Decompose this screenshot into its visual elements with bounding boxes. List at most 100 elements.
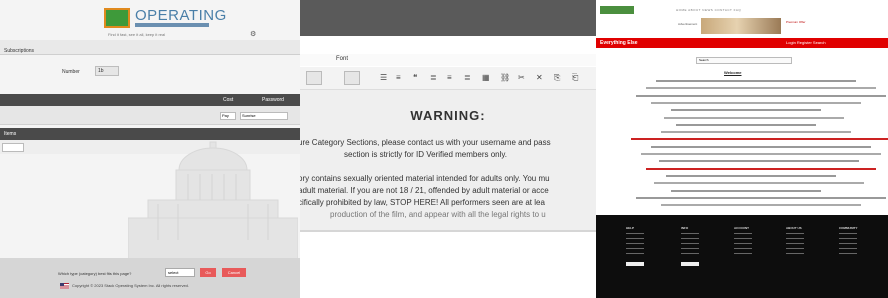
footer-link[interactable] (786, 253, 804, 254)
text-line (676, 123, 816, 126)
text-line (636, 196, 886, 199)
logo-icon (104, 8, 130, 28)
text-line (661, 204, 861, 207)
footer-link[interactable] (786, 238, 804, 239)
logo-text: OPERATING (135, 7, 227, 24)
ad-side-text[interactable]: Premium Offer (786, 20, 805, 24)
header-password: Password (262, 97, 284, 103)
text-line (651, 145, 871, 148)
footer-link[interactable] (734, 238, 752, 239)
paste-icon[interactable]: ⎗ (572, 73, 578, 83)
style-dropdown[interactable] (306, 71, 322, 85)
panel-website: HOME ABOUT NEWS CONTACT FAQ Advertisemen… (596, 0, 888, 298)
indent-icon[interactable]: ≡ (396, 73, 401, 83)
list-icon[interactable]: ☰ (380, 73, 387, 83)
footer-col-heading: HELP (626, 226, 635, 230)
text-line (658, 160, 859, 163)
footer-link[interactable] (839, 243, 857, 244)
footer-link[interactable] (626, 248, 644, 249)
footer-link[interactable] (786, 233, 804, 234)
page-heading: Welcome (724, 70, 742, 75)
text-line (653, 182, 864, 185)
footer-link[interactable] (839, 248, 857, 249)
section-header (0, 128, 300, 140)
pay-input[interactable]: Pay (220, 112, 236, 120)
site-logo[interactable] (600, 6, 634, 14)
text-line (646, 167, 876, 170)
ad-label: Advertisement (678, 22, 698, 26)
footer-link[interactable] (681, 243, 699, 244)
warning-line: production of the film, and appear with … (330, 210, 546, 219)
warning-line: ory contains sexually oriented material … (300, 174, 550, 183)
footer-link[interactable] (786, 248, 804, 249)
font-select[interactable]: Font (336, 56, 348, 62)
footer-link[interactable] (786, 243, 804, 244)
footer-link[interactable] (626, 243, 644, 244)
section-label: Items (4, 131, 17, 137)
divider (300, 230, 596, 232)
footer-link[interactable] (681, 253, 699, 254)
footer-col-heading: COMMUNITY (839, 226, 858, 230)
footer-link[interactable] (839, 253, 857, 254)
site-nav[interactable]: HOME ABOUT NEWS CONTACT FAQ (676, 8, 741, 12)
logo-subtitle-bar (135, 23, 209, 27)
warning-title: WARNING: (410, 108, 486, 123)
number-label: Number (62, 69, 80, 75)
capitol-watermark (128, 141, 298, 260)
panel-admin-settings: OPERATING Find it fast, see it all, keep… (0, 0, 300, 298)
footer-link[interactable] (839, 238, 857, 239)
quote-icon[interactable]: ❝ (413, 73, 417, 83)
warning-line: section is strictly for ID Verified memb… (344, 150, 508, 159)
topbar-label: Subscriptions (4, 48, 35, 54)
go-button[interactable]: Go (200, 268, 216, 277)
text-line (671, 189, 821, 192)
format-dropdown[interactable] (344, 71, 360, 85)
category-select[interactable]: select (165, 268, 195, 277)
number-select[interactable]: 1b (95, 66, 119, 76)
items-select[interactable] (2, 143, 24, 152)
text-line (656, 80, 856, 82)
text-line (663, 116, 844, 119)
footer-link[interactable] (839, 233, 857, 234)
footer-link[interactable] (734, 233, 752, 234)
password-input[interactable]: Sunrise (240, 112, 288, 120)
redbar-links[interactable]: Login Register Search (786, 40, 826, 45)
text-line (651, 101, 861, 104)
search-input[interactable]: Search (696, 57, 792, 64)
ad-banner[interactable] (701, 18, 781, 34)
unlink-icon[interactable]: ✂ (518, 73, 525, 83)
footer-link[interactable] (626, 233, 644, 234)
footer-col-heading: ABOUT US (786, 226, 802, 230)
cancel-button[interactable]: Cancel (222, 268, 246, 277)
footer-link[interactable] (626, 238, 644, 239)
remove-format-icon[interactable]: ✕ (536, 73, 543, 83)
text-line (661, 131, 851, 134)
align-left-icon[interactable]: ≣ (430, 73, 437, 83)
text-line (641, 153, 881, 155)
align-right-icon[interactable]: ≣ (464, 73, 471, 83)
text-line (646, 87, 876, 90)
align-center-icon[interactable]: ≡ (447, 73, 452, 83)
header-cost: Cost (223, 97, 234, 103)
footer-button[interactable] (626, 262, 644, 266)
footer-link[interactable] (734, 248, 752, 249)
footer-link[interactable] (626, 253, 644, 254)
warning-line: cifically prohibited by law, STOP HERE! … (300, 198, 545, 207)
footer-link[interactable] (681, 238, 699, 239)
footer-link[interactable] (734, 243, 752, 244)
footer-link[interactable] (681, 248, 699, 249)
footer-button[interactable] (681, 262, 699, 266)
text-line (631, 138, 888, 141)
link-icon[interactable]: ⛓ (500, 73, 510, 83)
copy-icon[interactable]: ⎘ (554, 73, 560, 83)
copyright: Copyright © 2023 Stack Operating System … (72, 283, 189, 288)
warning-line: adult material. If you are not 18 / 21, … (300, 186, 549, 195)
table-header (0, 94, 300, 106)
footer-link[interactable] (681, 233, 699, 234)
table-icon[interactable]: ▦ (482, 73, 490, 83)
tagline: Find it fast, see it all, keep it real (108, 32, 166, 37)
footer-link[interactable] (734, 253, 752, 254)
text-line (636, 94, 886, 97)
gear-icon[interactable]: ⚙ (250, 30, 256, 38)
footer (0, 258, 300, 298)
